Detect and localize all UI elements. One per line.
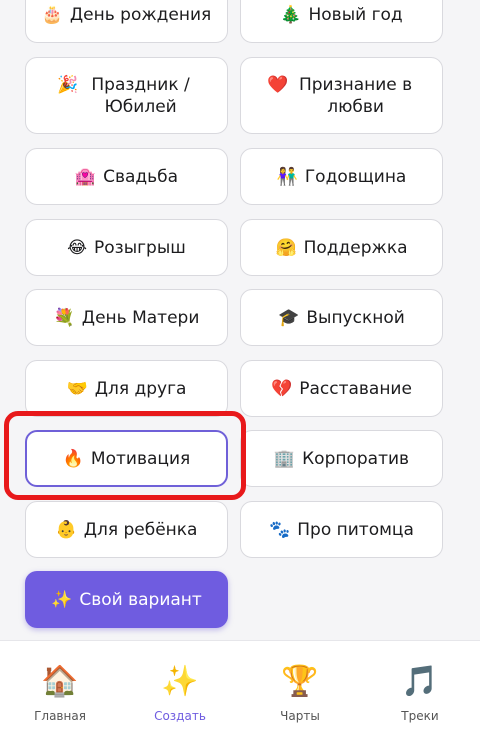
laughing-face-icon: 😂 bbox=[67, 237, 88, 258]
selection-highlight bbox=[4, 411, 246, 500]
occasion-new-year-button[interactable]: 🎄 Новый год bbox=[240, 0, 443, 43]
occasion-prank-button[interactable]: 😂 Розыгрыш bbox=[25, 219, 228, 276]
party-popper-icon: 🎉 bbox=[57, 75, 79, 95]
hugging-face-icon: 🤗 bbox=[275, 237, 297, 258]
occasion-birthday-button[interactable]: 🎂 День рождения bbox=[25, 0, 228, 43]
occasion-label: Признание в любви bbox=[298, 74, 413, 117]
custom-option-button[interactable]: ✨ Свой вариант bbox=[25, 571, 228, 628]
occasion-label: Годовщина bbox=[304, 166, 407, 187]
cake-icon: 🎂 bbox=[41, 4, 63, 25]
occasion-corporate-button[interactable]: 🏢 Корпоратив bbox=[240, 430, 443, 487]
home-icon: 🏠 bbox=[41, 664, 79, 699]
occasion-anniversary-button[interactable]: 👫 Годовщина bbox=[240, 148, 443, 205]
occasion-label: Про питомца bbox=[297, 519, 414, 540]
music-note-icon: 🎵 bbox=[401, 664, 439, 699]
sparkles-icon: ✨ bbox=[161, 664, 199, 699]
occasion-label: Розыгрыш bbox=[94, 237, 186, 258]
occasion-breakup-button[interactable]: 💔 Расставание bbox=[240, 360, 443, 417]
occasion-label: Выпускной bbox=[306, 307, 405, 328]
baby-icon: 👶 bbox=[55, 519, 77, 540]
occasion-pet-button[interactable]: 🐾 Про питомца bbox=[240, 501, 443, 558]
occasion-label: Корпоратив bbox=[302, 448, 410, 469]
nav-item-home[interactable]: 🏠 Главная bbox=[0, 641, 120, 738]
occasion-graduation-button[interactable]: 🎓 Выпускной bbox=[240, 289, 443, 346]
occasion-wedding-button[interactable]: 🏩 Свадьба bbox=[25, 148, 228, 205]
christmas-tree-icon: 🎄 bbox=[280, 4, 302, 25]
sparkles-icon: ✨ bbox=[51, 589, 73, 610]
occasion-holiday-button[interactable]: 🎉 Праздник / Юбилей bbox=[25, 57, 228, 134]
nav-label-create: Создать bbox=[154, 709, 206, 723]
occasion-grid: 🎂 День рождения 🎄 Новый год 🎉 Праздник /… bbox=[0, 0, 480, 640]
occasion-label: Расставание bbox=[299, 378, 412, 399]
graduation-cap-icon: 🎓 bbox=[278, 307, 300, 328]
occasion-child-button[interactable]: 👶 Для ребёнка bbox=[25, 501, 228, 558]
custom-option-label: Свой вариант bbox=[79, 589, 202, 610]
occasion-label: Для друга bbox=[94, 378, 187, 399]
nav-item-tracks[interactable]: 🎵 Треки bbox=[360, 641, 480, 738]
heart-icon: ❤️ bbox=[267, 75, 289, 95]
bouquet-icon: 💐 bbox=[53, 307, 75, 328]
nav-label-home: Главная bbox=[34, 709, 86, 723]
occasion-label: Новый год bbox=[308, 4, 403, 25]
nav-item-create[interactable]: ✨ Создать bbox=[120, 641, 240, 738]
occasion-label: Поддержка bbox=[303, 237, 408, 258]
nav-label-charts: Чарты bbox=[280, 709, 320, 723]
occasion-label: Свадьба bbox=[103, 166, 179, 187]
office-building-icon: 🏢 bbox=[273, 448, 296, 469]
paw-prints-icon: 🐾 bbox=[269, 519, 291, 540]
broken-heart-icon: 💔 bbox=[271, 378, 293, 399]
nav-label-tracks: Треки bbox=[401, 709, 439, 723]
occasion-label: Праздник / Юбилей bbox=[91, 74, 190, 117]
handshake-icon: 🤝 bbox=[66, 378, 88, 399]
occasion-label: День Матери bbox=[81, 307, 200, 328]
occasion-label: День рождения bbox=[69, 4, 212, 25]
couple-icon: 👫 bbox=[276, 166, 298, 187]
occasion-mothers-day-button[interactable]: 💐 День Матери bbox=[25, 289, 228, 346]
occasion-label: Для ребёнка bbox=[83, 519, 198, 540]
nav-item-charts[interactable]: 🏆 Чарты bbox=[240, 641, 360, 738]
bottom-nav: 🏠 Главная ✨ Создать 🏆 Чарты 🎵 Треки bbox=[0, 640, 480, 738]
wedding-house-icon: 🏩 bbox=[74, 166, 97, 187]
occasion-friend-button[interactable]: 🤝 Для друга bbox=[25, 360, 228, 417]
occasion-support-button[interactable]: 🤗 Поддержка bbox=[240, 219, 443, 276]
trophy-icon: 🏆 bbox=[281, 664, 319, 699]
occasion-love-button[interactable]: ❤️ Признание в любви bbox=[240, 57, 443, 134]
